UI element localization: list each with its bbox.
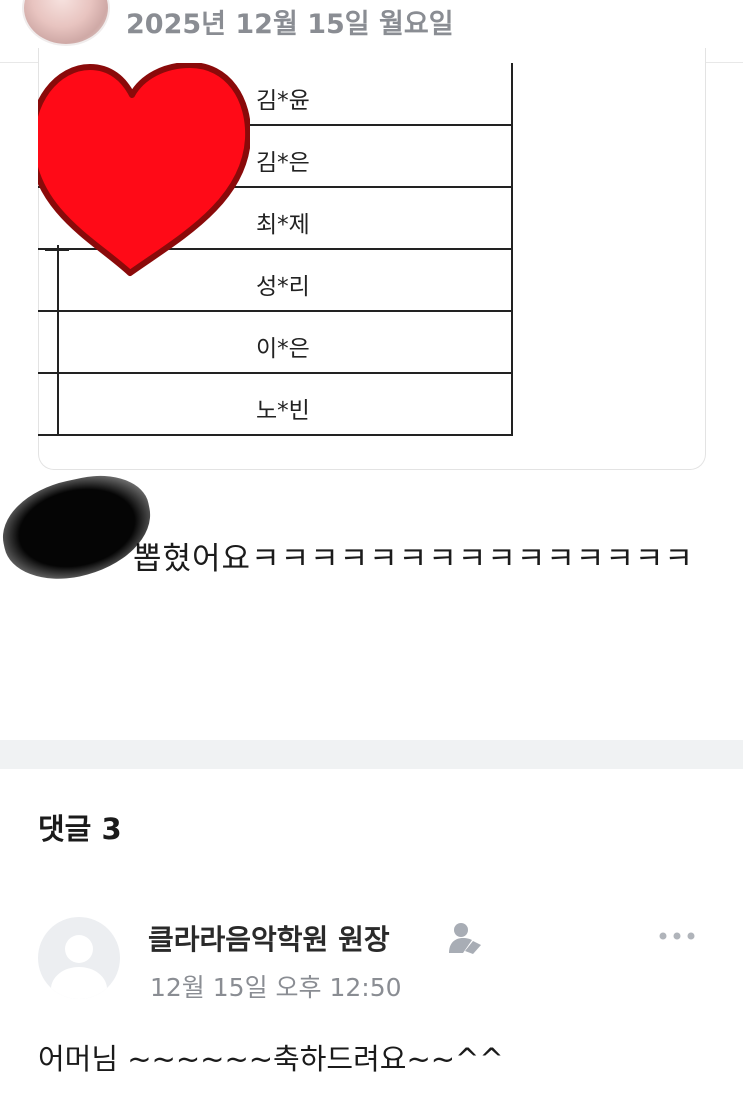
table-cell-name: 이*은 [256, 336, 310, 362]
comment-author[interactable]: 클라라음악학원 원장 [148, 918, 390, 958]
post-text: 뽑혔어요ㅋㅋㅋㅋㅋㅋㅋㅋㅋㅋㅋㅋㅋㅋㅋ [133, 541, 694, 577]
table-border [511, 63, 513, 436]
post-date: 2025년 12월 15일 월요일 [126, 9, 454, 40]
table-cell-name: 김*은 [256, 150, 310, 176]
more-dots-icon[interactable] [657, 925, 697, 947]
verified-person-icon [449, 923, 481, 954]
table-cell-name: 성*리 [256, 274, 310, 300]
section-separator [0, 740, 743, 769]
avatar-body-shape [51, 967, 107, 999]
comment-timestamp: 12월 15일 오후 12:50 [150, 973, 402, 1002]
table-cell-name: 김*윤 [256, 88, 310, 114]
table-divider [38, 434, 513, 436]
default-user-icon[interactable] [38, 917, 120, 999]
author-avatar[interactable] [22, 0, 110, 46]
heart-icon [38, 63, 250, 276]
comments-title: 댓글 3 [38, 812, 122, 846]
table-divider [38, 372, 513, 374]
table-divider [38, 310, 513, 312]
table-cell-name: 최*제 [256, 212, 310, 238]
avatar-head-shape [65, 935, 93, 963]
comment-body: 어머님 ~~~~~~축하드려요~~^^ [38, 1042, 504, 1076]
table-cell-name: 노*빈 [256, 398, 310, 424]
